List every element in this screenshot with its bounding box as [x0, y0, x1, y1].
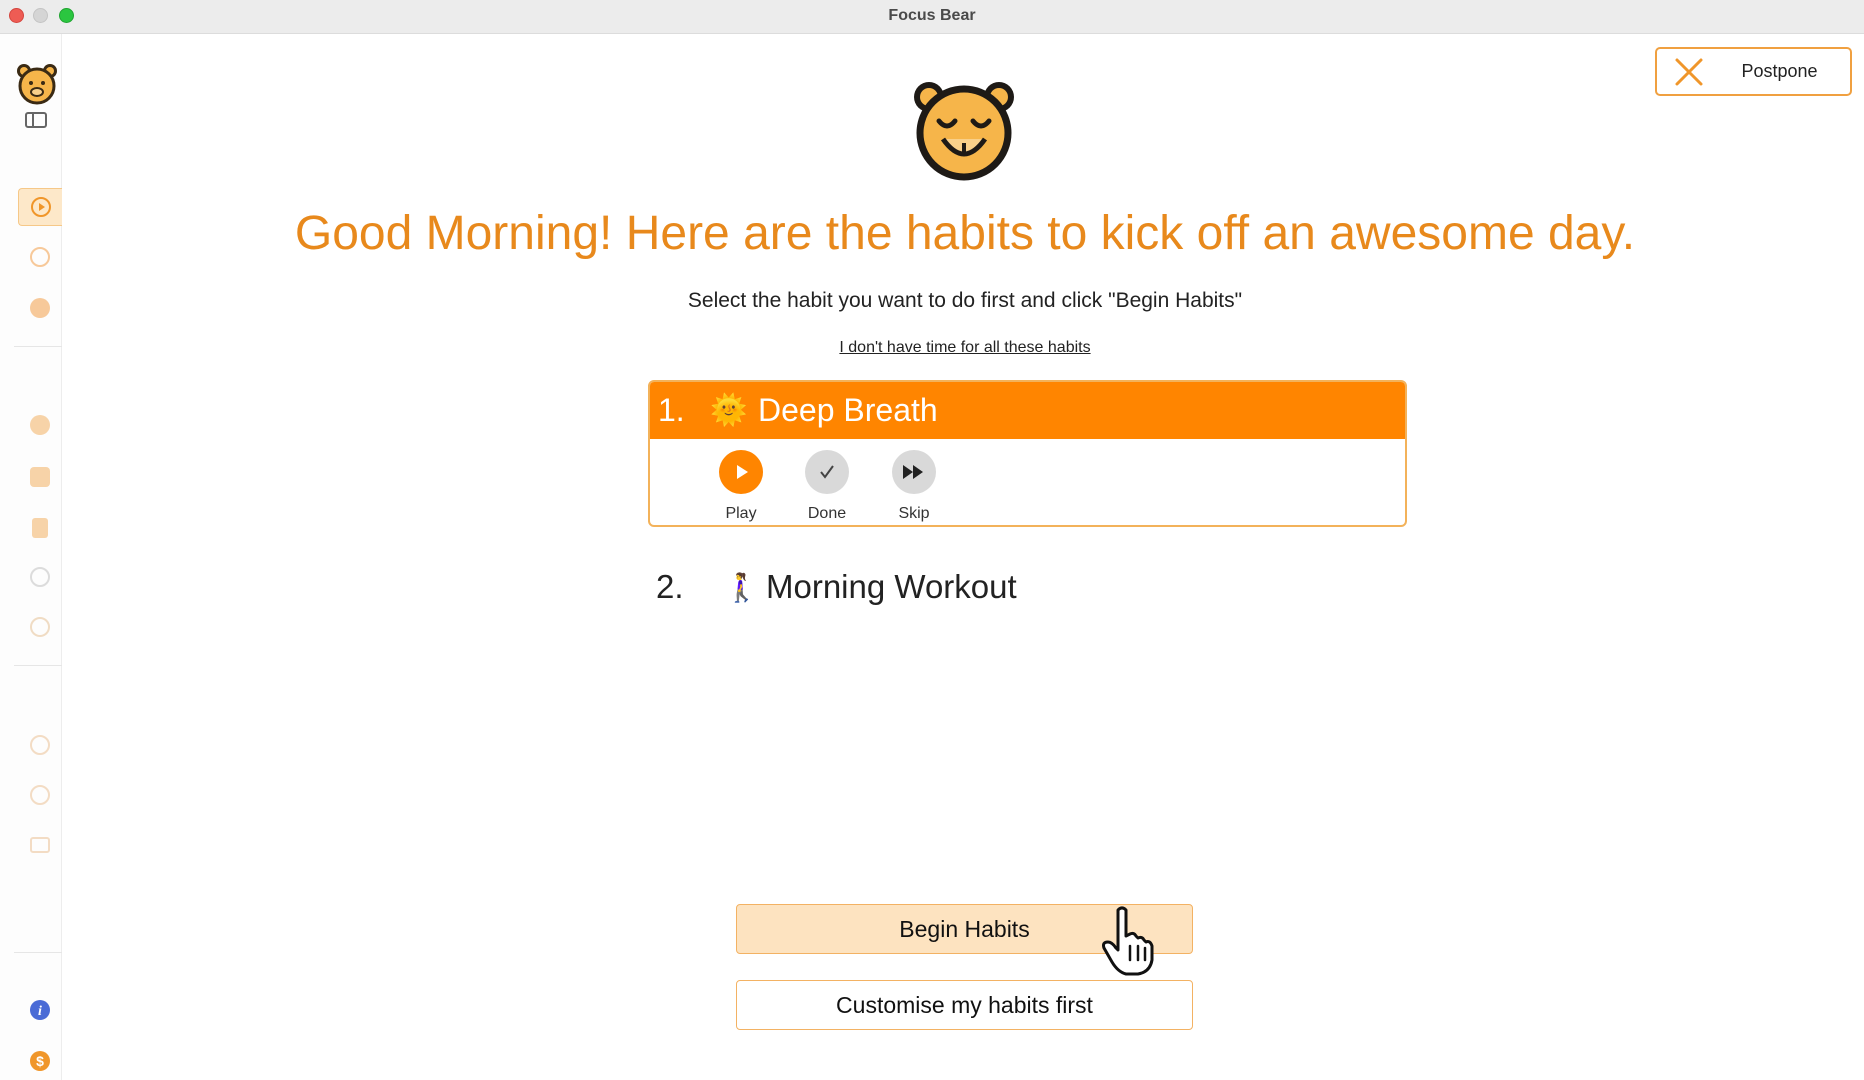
walking-person-icon: 🚶‍♀️	[724, 571, 759, 603]
sun-icon: 🌞	[710, 394, 748, 427]
sidebar: i $	[0, 34, 62, 1080]
profile-icon	[30, 567, 50, 587]
postpone-label: Postpone	[1741, 61, 1818, 81]
notes-icon	[32, 518, 48, 538]
about-icon: i	[30, 1000, 50, 1020]
check-icon	[805, 450, 849, 494]
sleeping-bear-icon	[914, 82, 1014, 181]
window-titlebar: Focus Bear	[0, 0, 1864, 34]
page-title: Good Morning! Here are the habits to kic…	[294, 207, 1636, 260]
sidebar-item-compass[interactable]	[18, 608, 62, 646]
no-time-link[interactable]: I don't have time for all these habits	[0, 339, 1864, 357]
habit-item[interactable]: 2. 🚶‍♀️ Morning Workout	[656, 568, 1017, 606]
sidebar-item-profile[interactable]	[18, 558, 62, 596]
mail-icon	[30, 837, 50, 853]
svg-text:i: i	[38, 1004, 42, 1019]
page-subtitle: Select the habit you want to do first an…	[687, 289, 1243, 312]
done-label: Done	[807, 505, 847, 522]
billing-icon: $	[30, 1051, 50, 1071]
habit-number: 2.	[656, 568, 684, 605]
sidebar-divider	[14, 952, 62, 953]
box-icon	[30, 467, 50, 487]
settings-icon	[30, 785, 50, 805]
add-icon	[30, 735, 50, 755]
fast-forward-icon	[892, 450, 936, 494]
customise-habits-button[interactable]: Customise my habits first	[736, 980, 1193, 1030]
sidebar-item-settings[interactable]	[18, 776, 62, 814]
habits-icon	[30, 415, 50, 435]
habit-name: Morning Workout	[766, 568, 1017, 605]
close-icon	[1657, 49, 1721, 94]
habit-number: 1.	[658, 392, 685, 428]
sidebar-item-notes[interactable]	[18, 509, 62, 547]
hand-cursor-icon	[1102, 906, 1154, 976]
sidebar-divider	[14, 665, 62, 666]
sidebar-item-box[interactable]	[18, 458, 62, 496]
skip-button[interactable]: Skip	[879, 450, 949, 523]
sidebar-item-habits[interactable]	[18, 406, 62, 444]
done-button[interactable]: Done	[792, 450, 862, 523]
sidebar-item-mail[interactable]	[18, 826, 62, 864]
habit-name: Deep Breath	[758, 392, 938, 428]
sidebar-item-billing[interactable]: $	[18, 1042, 62, 1080]
skip-label: Skip	[898, 505, 930, 522]
habit-card-selected[interactable]: 1. 🌞 Deep Breath Play Done Skip	[648, 380, 1407, 527]
play-icon	[719, 450, 763, 494]
sidebar-item-about[interactable]: i	[18, 991, 62, 1029]
svg-text:$: $	[36, 1053, 44, 1069]
window-title: Focus Bear	[888, 7, 976, 24]
play-label: Play	[725, 505, 757, 522]
sidebar-toggle-icon[interactable]	[25, 112, 47, 128]
habit-header[interactable]: 1. 🌞 Deep Breath	[650, 382, 1405, 439]
compass-icon	[30, 617, 50, 637]
habit-actions: Play Done Skip	[650, 439, 1405, 525]
play-button[interactable]: Play	[706, 450, 776, 523]
focus-bear-logo-icon[interactable]	[15, 62, 59, 106]
postpone-button[interactable]: Postpone	[1655, 47, 1852, 96]
sidebar-item-add[interactable]	[18, 726, 62, 764]
